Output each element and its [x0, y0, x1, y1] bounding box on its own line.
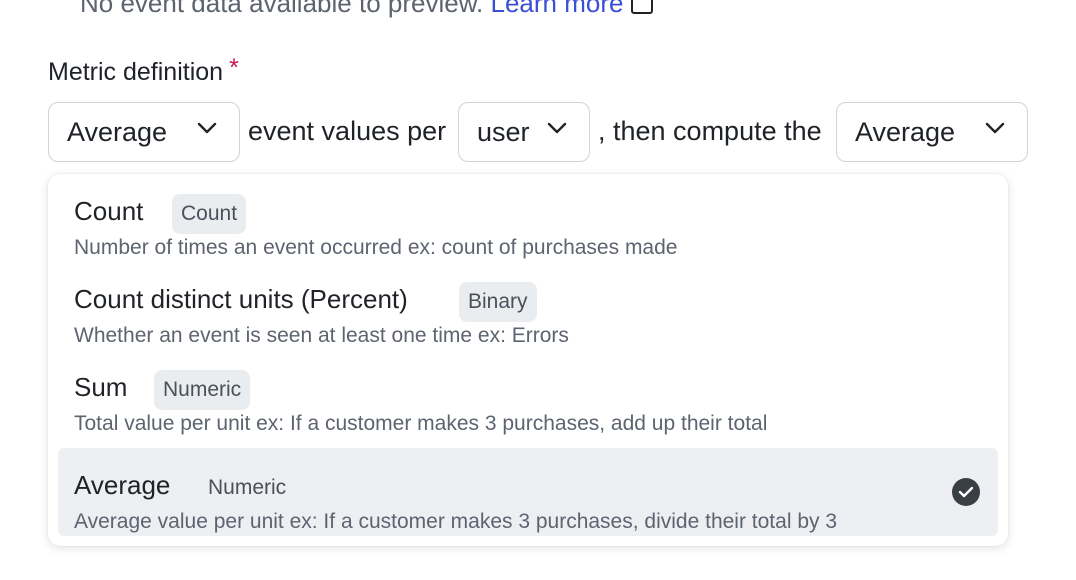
unit-select-value: user: [477, 116, 530, 147]
metric-definition-label: Metric definition *: [48, 54, 239, 87]
chevron-down-icon: [547, 122, 567, 134]
option-title: Count: [74, 196, 144, 226]
type-badge: Count: [172, 194, 247, 234]
learn-more-link[interactable]: Learn more: [491, 0, 624, 18]
aggregation-dropdown-menu: Count Count Number of times an event occ…: [48, 174, 1008, 546]
aggregation-select[interactable]: Average: [48, 102, 240, 162]
required-asterisk: *: [229, 54, 239, 82]
option-title: Count distinct units (Percent): [74, 284, 408, 314]
type-badge: Numeric: [208, 476, 287, 499]
option-description: Average value per unit ex: If a customer…: [74, 510, 838, 533]
external-link-icon: [631, 0, 654, 15]
no-event-data-note: No event data available to preview. Lear…: [80, 0, 654, 19]
option-sum[interactable]: Sum Numeric Total value per unit ex: If …: [58, 350, 998, 438]
option-count-distinct[interactable]: Count distinct units (Percent) Binary Wh…: [58, 262, 998, 350]
type-badge: Numeric: [154, 370, 251, 410]
metric-definition-text: Metric definition: [48, 58, 224, 86]
compute-select[interactable]: Average: [836, 102, 1028, 162]
unit-select[interactable]: user: [458, 102, 590, 162]
compute-select-value: Average: [855, 116, 956, 147]
aggregation-select-value: Average: [67, 116, 168, 147]
event-values-per-text: event values per: [248, 116, 447, 146]
option-title: Average: [74, 470, 171, 500]
option-description: Total value per unit ex: If a customer m…: [74, 412, 768, 435]
then-compute-text: , then compute the: [598, 116, 822, 146]
option-description: Number of times an event occurred ex: co…: [74, 236, 678, 259]
option-description: Whether an event is seen at least one ti…: [74, 324, 569, 347]
chevron-down-icon: [197, 122, 217, 134]
option-average[interactable]: Average Numeric Average value per unit e…: [58, 448, 998, 536]
option-title: Sum: [74, 372, 128, 402]
no-event-data-text: No event data available to preview.: [80, 0, 484, 18]
chevron-down-icon: [985, 122, 1005, 134]
option-count[interactable]: Count Count Number of times an event occ…: [58, 174, 998, 262]
check-circle-icon: [952, 478, 980, 506]
type-badge: Binary: [459, 282, 537, 322]
